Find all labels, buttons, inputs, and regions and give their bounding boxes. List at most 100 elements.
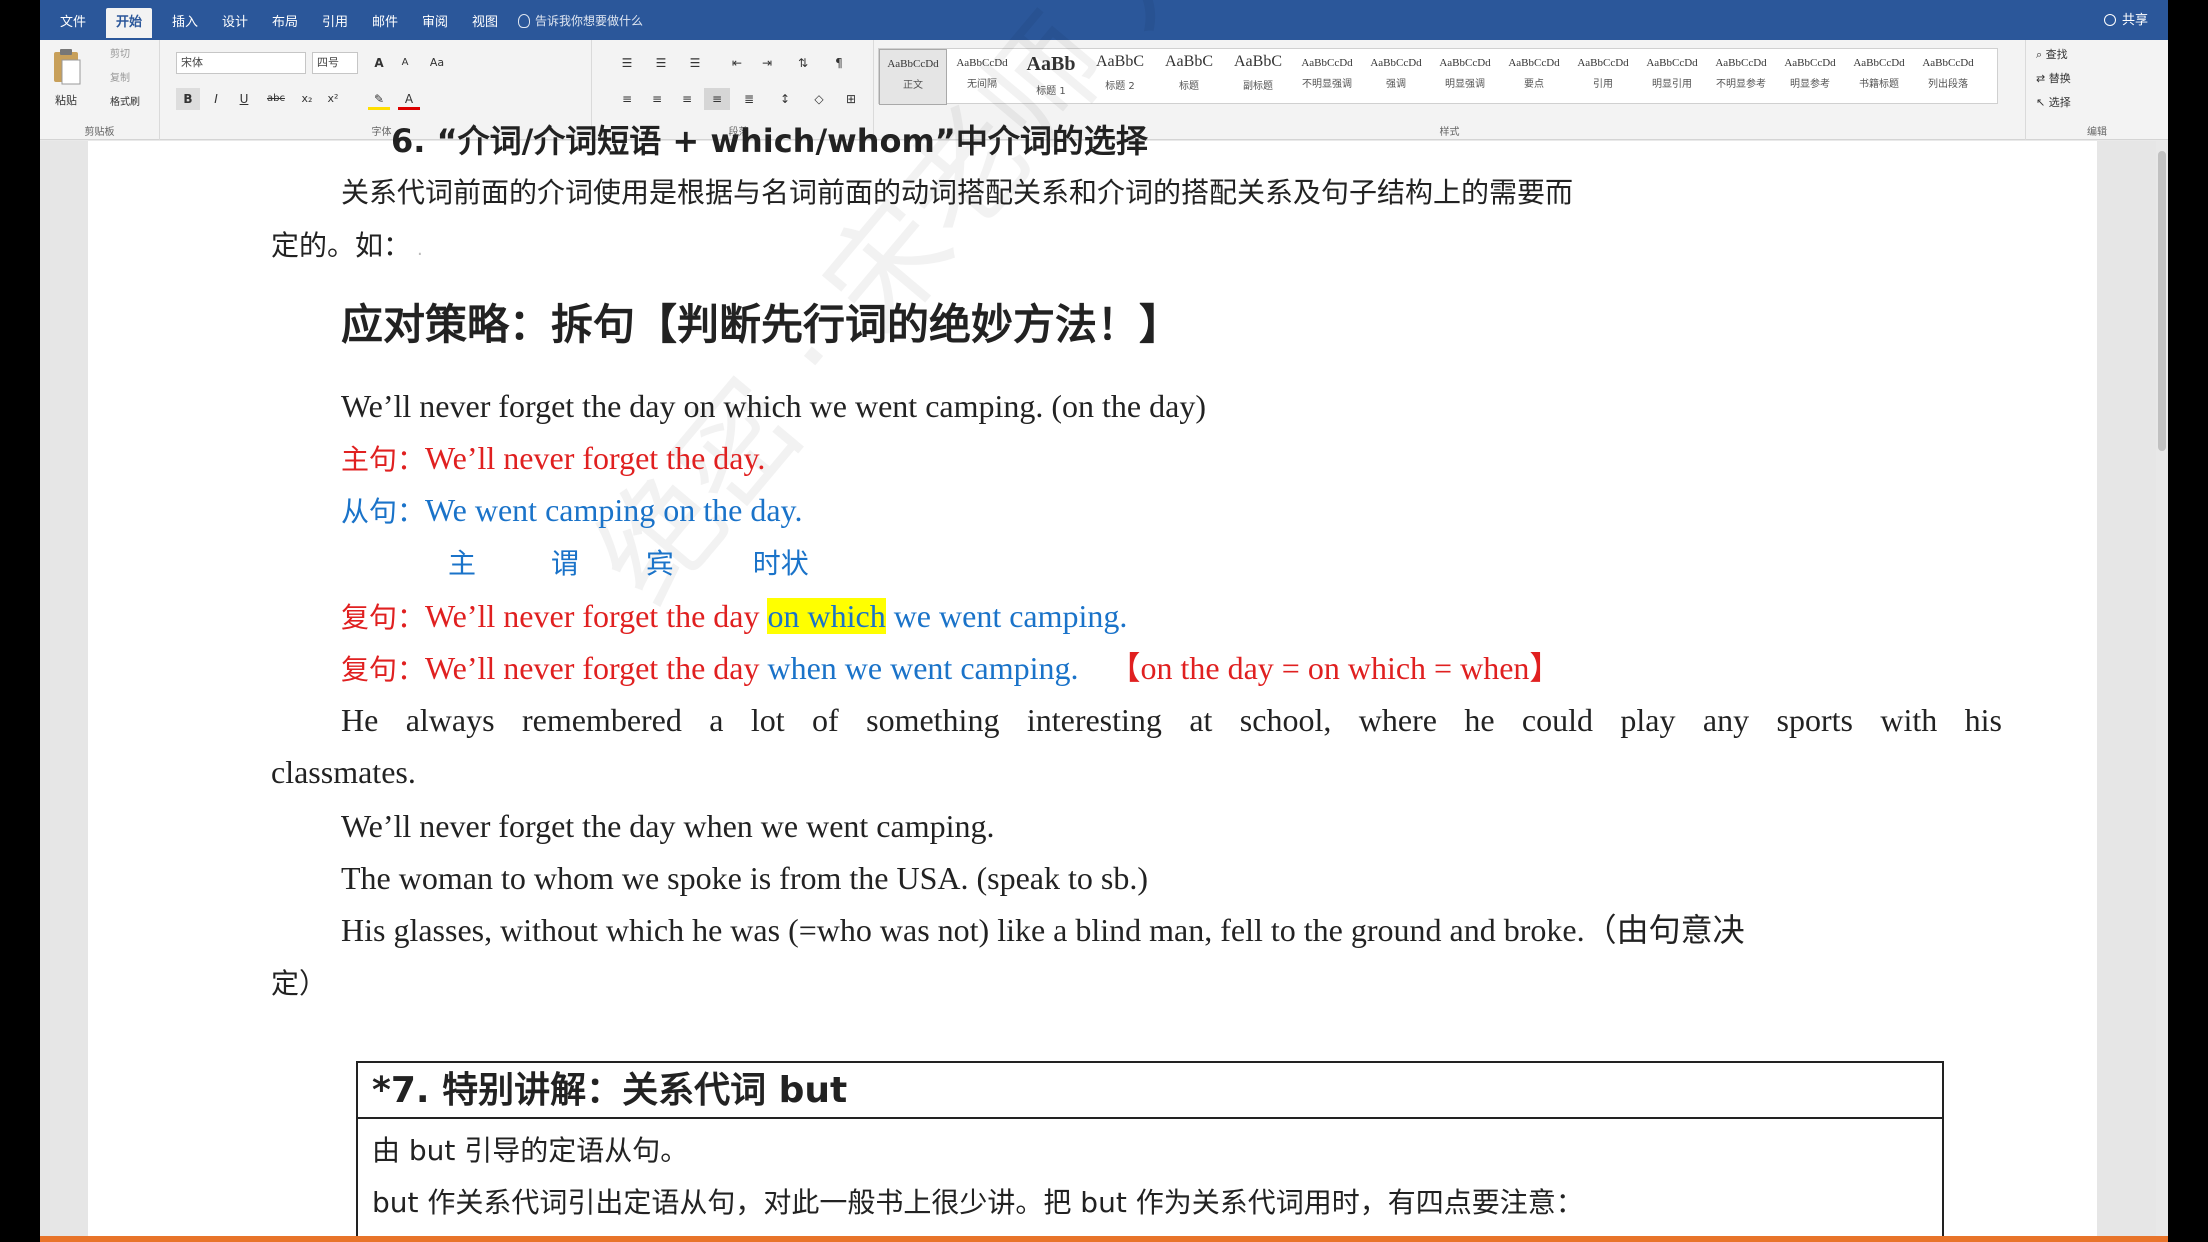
role-predicate: 谓 bbox=[550, 547, 579, 580]
strikethrough-button[interactable]: abc bbox=[262, 88, 290, 110]
complex-label-1: 复句： bbox=[341, 601, 426, 634]
example-2-line1: He always remembered a lot of something … bbox=[341, 702, 2002, 738]
find-button[interactable]: ⌕ 查找 bbox=[2036, 44, 2116, 66]
italic-button[interactable]: I bbox=[204, 88, 228, 110]
sub-clause-label: 从句： bbox=[341, 495, 426, 528]
tell-me-search[interactable]: 告诉我你想要做什么 bbox=[518, 8, 643, 34]
grow-font-button[interactable]: A bbox=[368, 52, 390, 74]
style-item[interactable]: AaBbCcDd 明显引用 bbox=[1638, 49, 1706, 105]
tab-mailings[interactable]: 邮件 bbox=[362, 8, 408, 38]
role-markers: 主 谓 宾 时状 bbox=[448, 544, 809, 584]
align-right-icon[interactable]: ≡ bbox=[674, 88, 700, 110]
style-preview: AaBbC bbox=[1096, 53, 1144, 70]
section-7-line1: 由 but 引导的定语从句。 bbox=[372, 1134, 689, 1167]
font-size-box[interactable]: 四号 bbox=[312, 52, 358, 74]
align-center-icon[interactable]: ≡ bbox=[644, 88, 670, 110]
underline-button[interactable]: U bbox=[232, 88, 256, 110]
bullets-icon[interactable]: ☰ bbox=[614, 52, 640, 74]
style-item[interactable]: AaBbC 副标题 bbox=[1224, 49, 1292, 105]
format-painter-button[interactable]: 格式刷 bbox=[90, 92, 160, 114]
style-name: 不明显强调 bbox=[1302, 79, 1352, 90]
replace-icon: ⇄ bbox=[2036, 72, 2049, 85]
select-button[interactable]: ↖ 选择 bbox=[2036, 92, 2116, 114]
tab-layout[interactable]: 布局 bbox=[262, 8, 308, 38]
style-item[interactable]: AaBbCcDd 正文 bbox=[879, 49, 947, 105]
person-icon bbox=[2103, 14, 2116, 26]
style-item[interactable]: AaBbCcDd 书籍标题 bbox=[1845, 49, 1913, 105]
font-name-box[interactable]: 宋体 bbox=[176, 52, 306, 74]
replace-label: 替换 bbox=[2048, 72, 2071, 85]
style-item[interactable]: AaBbC 标题 2 bbox=[1086, 49, 1154, 105]
tab-file[interactable]: 文件 bbox=[50, 8, 96, 38]
shrink-font-button[interactable]: A bbox=[394, 52, 416, 74]
shading-icon[interactable]: ◇ bbox=[806, 88, 832, 110]
style-item[interactable]: AaBbCcDd 强调 bbox=[1362, 49, 1430, 105]
style-preview: AaBbCcDd bbox=[887, 58, 939, 70]
document-page[interactable]: 绝密 · 宋老师 方法 6. “介词/介词短语 + which/whom”中介词… bbox=[88, 0, 2097, 1242]
style-item[interactable]: AaBb 标题 1 bbox=[1017, 49, 1085, 105]
complex-sentence-2: 复句：We’ll never forget the day when we we… bbox=[341, 648, 1561, 690]
borders-icon[interactable]: ⊞ bbox=[838, 88, 864, 110]
cursor-icon: ↖ bbox=[2036, 96, 2049, 109]
style-item[interactable]: AaBbCcDd 引用 bbox=[1569, 49, 1637, 105]
intro-paragraph-line2: 定的。如：. bbox=[271, 226, 423, 270]
style-item[interactable]: AaBbC 标题 bbox=[1155, 49, 1223, 105]
sort-icon[interactable]: ⇅ bbox=[790, 52, 816, 74]
bold-button[interactable]: B bbox=[176, 88, 200, 110]
tab-insert[interactable]: 插入 bbox=[162, 8, 208, 38]
style-preview: AaBbCcDd bbox=[1439, 57, 1491, 69]
align-left-icon[interactable]: ≡ bbox=[614, 88, 640, 110]
tab-home[interactable]: 开始 bbox=[106, 8, 153, 38]
tab-view[interactable]: 视图 bbox=[462, 8, 508, 38]
editing-group: ⌕ 查找 ⇄ 替换 ↖ 选择 编辑 bbox=[2026, 40, 2168, 140]
tab-design[interactable]: 设计 bbox=[212, 8, 258, 38]
intro-paragraph-line1: 关系代词前面的介词使用是根据与名词前面的动词搭配关系和介词的搭配关系及句子结构上… bbox=[341, 176, 1574, 209]
change-case-button[interactable]: Aa bbox=[422, 52, 452, 74]
paste-label[interactable]: 粘贴 bbox=[46, 90, 86, 112]
show-marks-icon[interactable]: ¶ bbox=[826, 52, 852, 74]
role-subject: 主 bbox=[448, 547, 477, 580]
style-item[interactable]: AaBbCcDd 明显强调 bbox=[1431, 49, 1499, 105]
increase-indent-icon[interactable]: ⇥ bbox=[754, 52, 780, 74]
decrease-indent-icon[interactable]: ⇤ bbox=[724, 52, 750, 74]
style-item[interactable]: AaBbCcDd 明显参考 bbox=[1776, 49, 1844, 105]
style-item[interactable]: AaBbCcDd 列出段落 bbox=[1914, 49, 1982, 105]
status-strip bbox=[40, 1236, 2168, 1242]
paste-icon[interactable] bbox=[52, 48, 82, 86]
style-item[interactable]: AaBbCcDd 不明显强调 bbox=[1293, 49, 1361, 105]
style-item[interactable]: AaBbCcDd 无间隔 bbox=[948, 49, 1016, 105]
complex-2-part-b: when we went camping. bbox=[767, 650, 1079, 686]
role-time-adverbial: 时状 bbox=[752, 547, 809, 580]
scrollbar-thumb[interactable] bbox=[2158, 151, 2166, 451]
style-name: 强调 bbox=[1386, 79, 1406, 90]
line-spacing-icon[interactable]: ↕ bbox=[772, 88, 798, 110]
numbering-icon[interactable]: ☰ bbox=[648, 52, 674, 74]
subscript-button[interactable]: x₂ bbox=[296, 88, 318, 110]
example-2-line2: classmates. bbox=[271, 754, 416, 790]
example-5-line1: His glasses, without which he was (=who … bbox=[341, 912, 1745, 948]
highlight-color-button[interactable]: ✎ bbox=[368, 88, 390, 110]
copy-button[interactable]: 复制 bbox=[90, 68, 150, 90]
style-preview: AaBbC bbox=[1165, 53, 1213, 70]
superscript-button[interactable]: x² bbox=[322, 88, 344, 110]
complex-sentence-1: 复句：We’ll never forget the day on which w… bbox=[341, 596, 1127, 638]
tab-review[interactable]: 审阅 bbox=[412, 8, 458, 38]
multilevel-list-icon[interactable]: ☰ bbox=[682, 52, 708, 74]
style-preview: AaBbCcDd bbox=[1784, 57, 1836, 69]
distributed-icon[interactable]: ≣ bbox=[736, 88, 762, 110]
example-1: We’ll never forget the day on which we w… bbox=[341, 388, 1206, 424]
vertical-scrollbar[interactable] bbox=[2156, 141, 2168, 1242]
search-icon: ⌕ bbox=[2036, 48, 2046, 61]
replace-button[interactable]: ⇄ 替换 bbox=[2036, 68, 2116, 90]
style-item[interactable]: AaBbCcDd 不明显参考 bbox=[1707, 49, 1775, 105]
complex-1-part-a: We’ll never forget the day bbox=[425, 598, 768, 634]
font-color-button[interactable]: A bbox=[398, 88, 420, 110]
sub-clause-text: We went camping on the day. bbox=[425, 492, 803, 528]
style-preview: AaBbCcDd bbox=[1577, 57, 1629, 69]
share-button[interactable]: 共享 bbox=[2103, 8, 2148, 34]
tab-references[interactable]: 引用 bbox=[312, 8, 358, 38]
style-item[interactable]: AaBbCcDd 要点 bbox=[1500, 49, 1568, 105]
cut-button[interactable]: 剪切 bbox=[90, 44, 150, 66]
share-label: 共享 bbox=[2121, 13, 2148, 28]
justify-icon[interactable]: ≡ bbox=[704, 88, 730, 110]
